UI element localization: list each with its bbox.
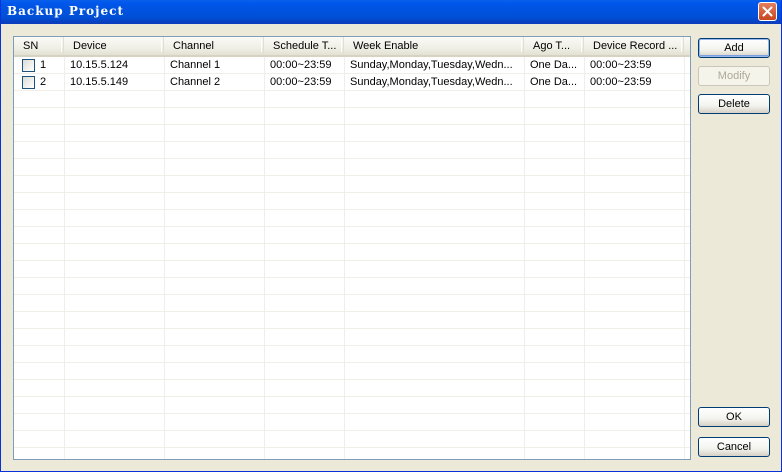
- row-channel: Channel 1: [170, 59, 221, 71]
- close-button[interactable]: [758, 2, 777, 21]
- row-sn: 1: [40, 59, 47, 71]
- cancel-button[interactable]: Cancel: [698, 437, 770, 457]
- title-bar[interactable]: Backup Project: [1, 0, 781, 24]
- column-header-device[interactable]: Device: [64, 37, 164, 55]
- row-checkbox[interactable]: [22, 59, 35, 72]
- row-channel: Channel 2: [170, 76, 221, 88]
- add-button[interactable]: Add: [698, 38, 770, 58]
- column-header-ago-time[interactable]: Ago T...: [524, 37, 584, 55]
- window-title: Backup Project: [7, 4, 125, 18]
- row-week-enable: Sunday,Monday,Tuesday,Wedn...: [350, 76, 513, 88]
- row-ago-time: One Da...: [530, 76, 578, 88]
- delete-button[interactable]: Delete: [698, 94, 770, 114]
- row-schedule-time: 00:00~23:59: [270, 59, 332, 71]
- row-sn: 2: [40, 76, 47, 88]
- backup-project-list[interactable]: SN Device Channel Schedule T... Week Ena…: [13, 36, 691, 460]
- row-week-enable: Sunday,Monday,Tuesday,Wedn...: [350, 59, 513, 71]
- close-icon: [762, 6, 773, 17]
- column-header-schedule-time[interactable]: Schedule T...: [264, 37, 344, 55]
- column-header-sn[interactable]: SN: [14, 37, 64, 55]
- column-header-channel[interactable]: Channel: [164, 37, 264, 55]
- row-device: 10.15.5.149: [70, 76, 129, 88]
- ok-button[interactable]: OK: [698, 407, 770, 427]
- table-row[interactable]: 1 10.15.5.124 Channel 1 00:00~23:59 Sund…: [14, 57, 690, 74]
- row-checkbox[interactable]: [22, 76, 35, 89]
- row-schedule-time: 00:00~23:59: [270, 76, 332, 88]
- table-row[interactable]: 2 10.15.5.149 Channel 2 00:00~23:59 Sund…: [14, 74, 690, 91]
- row-ago-time: One Da...: [530, 59, 578, 71]
- column-header-device-record[interactable]: Device Record ...: [584, 37, 684, 55]
- row-device-record: 00:00~23:59: [590, 59, 652, 71]
- modify-button[interactable]: Modify: [698, 66, 770, 86]
- row-device-record: 00:00~23:59: [590, 76, 652, 88]
- list-header: SN Device Channel Schedule T... Week Ena…: [14, 37, 690, 57]
- backup-project-dialog: Backup Project SN Device Channel Schedul…: [0, 0, 782, 472]
- row-device: 10.15.5.124: [70, 59, 129, 71]
- column-header-week-enable[interactable]: Week Enable: [344, 37, 524, 55]
- list-body: 1 10.15.5.124 Channel 1 00:00~23:59 Sund…: [14, 57, 690, 459]
